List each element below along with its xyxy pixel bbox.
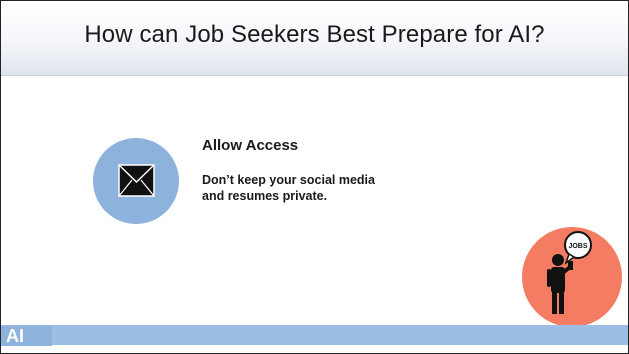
footer-logo: AI bbox=[1, 326, 52, 346]
envelope-graphic bbox=[118, 164, 155, 197]
section-body-text: Don’t keep your social media and resumes… bbox=[202, 173, 375, 203]
jobs-badge-text: JOBS bbox=[568, 243, 587, 250]
footer-bar bbox=[1, 325, 628, 345]
slide: How can Job Seekers Best Prepare for AI?… bbox=[0, 0, 629, 354]
title-bar: How can Job Seekers Best Prepare for AI? bbox=[1, 1, 628, 76]
envelope-icon bbox=[93, 138, 179, 224]
job-seeker-graphic: JOBS bbox=[547, 231, 592, 314]
job-seeker-with-phone-icon: JOBS bbox=[522, 227, 622, 327]
section-heading: Allow Access bbox=[202, 137, 299, 154]
slide-title: How can Job Seekers Best Prepare for AI? bbox=[84, 21, 545, 48]
